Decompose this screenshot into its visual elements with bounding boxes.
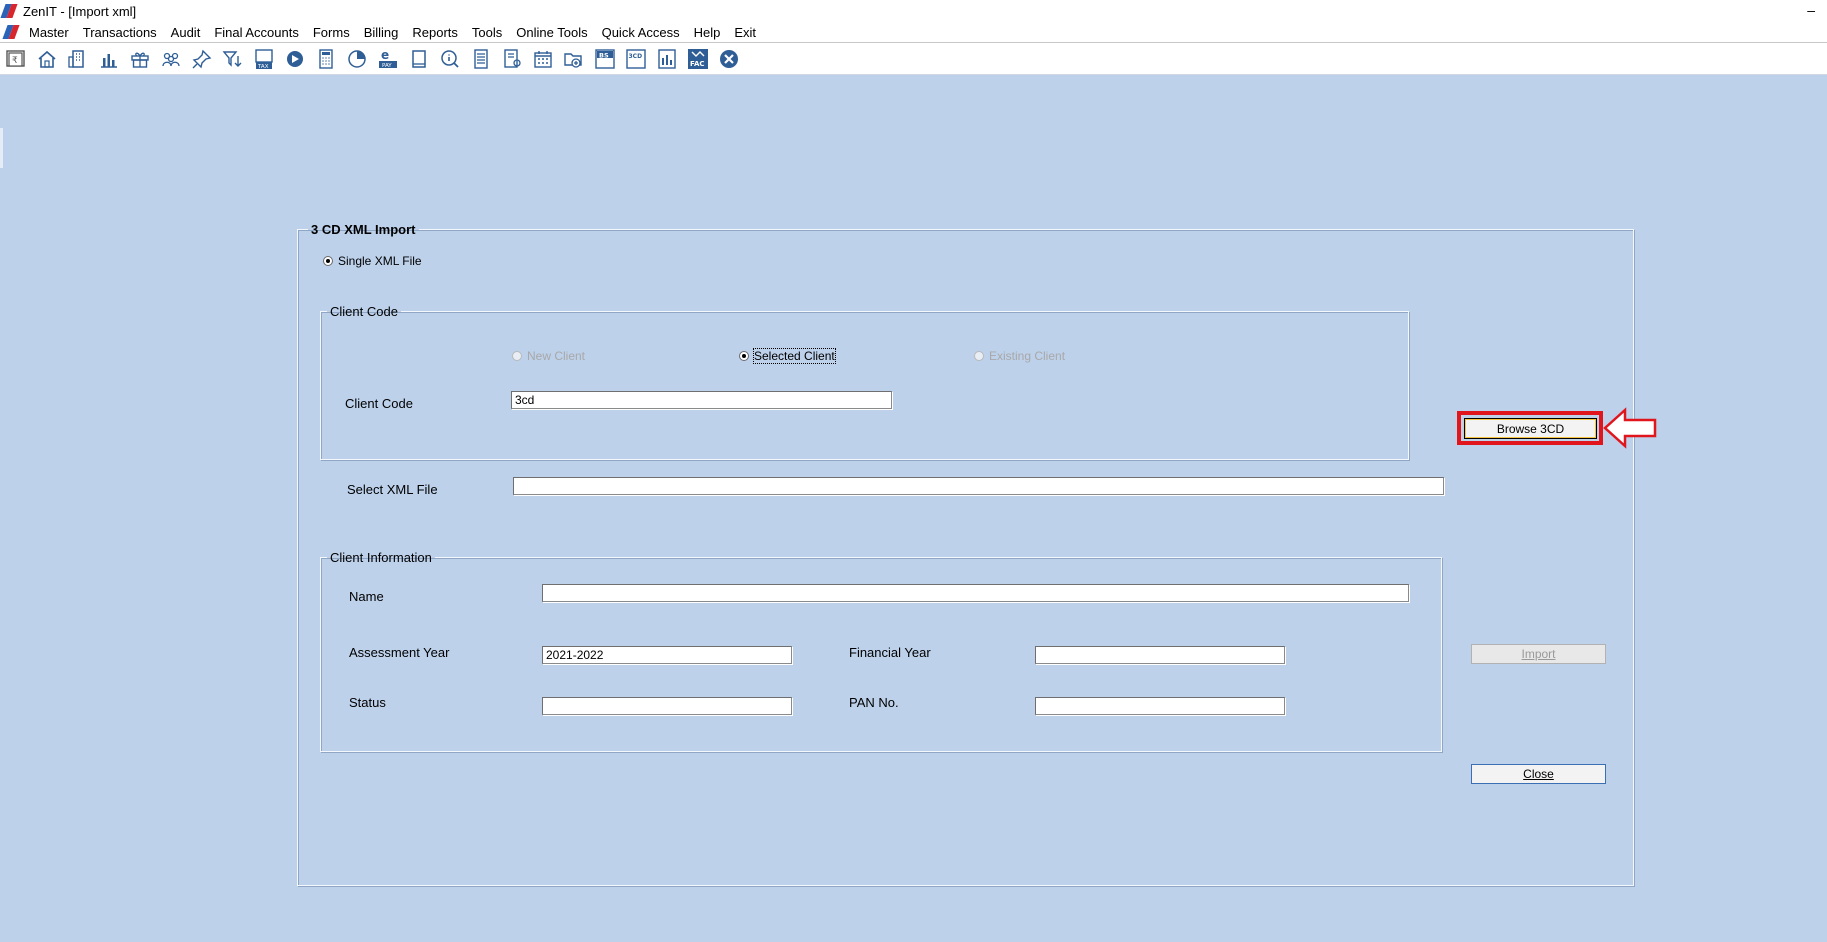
browse-3cd-button[interactable]: Browse 3CD <box>1464 418 1597 439</box>
selected-client-radio-dot[interactable] <box>739 351 749 361</box>
book-icon[interactable] <box>407 47 431 71</box>
menu-master[interactable]: Master <box>29 25 69 40</box>
zenit-logo-icon <box>0 4 18 18</box>
pay-icon[interactable]: e PAY <box>376 47 400 71</box>
client-code-group: Client Code <box>320 304 1409 460</box>
pan-input[interactable] <box>1035 697 1285 715</box>
existing-client-radio-dot[interactable] <box>974 351 984 361</box>
toolbar: ₹ TAX e PAY BS 3CD FAC <box>0 43 1827 75</box>
menu-transactions[interactable]: Transactions <box>83 25 157 40</box>
pie-icon[interactable] <box>345 47 369 71</box>
menu-exit[interactable]: Exit <box>734 25 756 40</box>
new-client-radio-dot[interactable] <box>512 351 522 361</box>
svg-text:₹: ₹ <box>12 56 18 66</box>
pointer-arrow-icon <box>1603 407 1657 449</box>
svg-text:e: e <box>381 48 389 62</box>
client-information-group-title: Client Information <box>330 550 432 565</box>
contact-icon[interactable] <box>500 47 524 71</box>
single-xml-label: Single XML File <box>338 254 422 268</box>
title-bar: ZenIT - [Import xml] – <box>0 0 1827 22</box>
financial-year-input[interactable] <box>1035 646 1285 664</box>
selected-client-radio[interactable]: Selected Client <box>739 348 836 364</box>
menu-audit[interactable]: Audit <box>171 25 201 40</box>
new-client-radio[interactable]: New Client <box>512 349 585 363</box>
client-code-group-title: Client Code <box>330 304 398 319</box>
window-title: ZenIT - [Import xml] <box>23 3 137 19</box>
close-label: Close <box>1523 767 1554 781</box>
rupee-icon[interactable]: ₹ <box>4 47 28 71</box>
calculator-icon[interactable] <box>314 47 338 71</box>
3cd-icon-label: 3CD <box>629 53 643 60</box>
pin-icon[interactable] <box>190 47 214 71</box>
tax-icon-label: TAX <box>257 64 269 70</box>
fac-icon-label: FAC <box>690 60 705 68</box>
report-icon[interactable] <box>655 47 679 71</box>
select-xml-label: Select XML File <box>347 482 438 497</box>
close-circle-icon[interactable] <box>717 47 741 71</box>
name-input[interactable] <box>542 584 1409 602</box>
gift-icon[interactable] <box>128 47 152 71</box>
minimize-button[interactable]: – <box>1807 2 1815 18</box>
client-code-input[interactable]: 3cd <box>511 391 892 409</box>
status-input[interactable] <box>542 697 792 715</box>
selected-client-label: Selected Client <box>753 348 836 364</box>
folder-add-icon[interactable] <box>562 47 586 71</box>
users-icon[interactable] <box>159 47 183 71</box>
sheet-icon[interactable] <box>469 47 493 71</box>
client-code-label: Client Code <box>345 396 413 411</box>
menu-online-tools[interactable]: Online Tools <box>516 25 587 40</box>
import-button[interactable]: Import <box>1471 644 1606 664</box>
info-icon[interactable] <box>438 47 462 71</box>
financial-year-label: Financial Year <box>849 645 931 660</box>
select-xml-input[interactable] <box>513 477 1444 495</box>
assessment-year-input[interactable]: 2021-2022 <box>542 646 792 664</box>
single-xml-radio[interactable]: Single XML File <box>323 254 422 268</box>
menu-forms[interactable]: Forms <box>313 25 350 40</box>
new-client-label: New Client <box>527 349 586 363</box>
menu-billing[interactable]: Billing <box>364 25 399 40</box>
bs-icon[interactable]: BS <box>593 47 617 71</box>
mdi-edge <box>0 128 3 168</box>
pan-label: PAN No. <box>849 695 899 710</box>
play-icon[interactable] <box>283 47 307 71</box>
status-label: Status <box>349 695 386 710</box>
home-icon[interactable] <box>35 47 59 71</box>
import-label: Import <box>1521 647 1556 661</box>
name-label: Name <box>349 589 384 604</box>
existing-client-label: Existing Client <box>989 349 1066 363</box>
menu-logo-icon <box>2 25 20 39</box>
menu-bar: Master Transactions Audit Final Accounts… <box>0 22 1827 43</box>
menu-tools[interactable]: Tools <box>472 25 502 40</box>
bar-chart-icon[interactable] <box>97 47 121 71</box>
assessment-year-label: Assessment Year <box>349 645 450 660</box>
calendar-icon[interactable] <box>531 47 555 71</box>
browse-3cd-label: Browse 3CD <box>1496 421 1565 436</box>
fac-icon[interactable]: FAC <box>686 47 710 71</box>
3cd-icon[interactable]: 3CD <box>624 47 648 71</box>
filter-icon[interactable] <box>221 47 245 71</box>
bs-icon-label: BS <box>599 51 609 59</box>
close-button[interactable]: Close <box>1471 764 1606 784</box>
xml-import-group-title: 3 CD XML Import <box>311 222 416 237</box>
single-xml-radio-dot[interactable] <box>323 256 333 266</box>
menu-quick-access[interactable]: Quick Access <box>602 25 680 40</box>
menu-reports[interactable]: Reports <box>412 25 458 40</box>
existing-client-radio[interactable]: Existing Client <box>974 349 1065 363</box>
tax-icon[interactable]: TAX <box>252 47 276 71</box>
building-icon[interactable] <box>66 47 90 71</box>
menu-final-accounts[interactable]: Final Accounts <box>214 25 299 40</box>
pay-icon-label: PAY <box>382 63 392 69</box>
menu-help[interactable]: Help <box>694 25 721 40</box>
